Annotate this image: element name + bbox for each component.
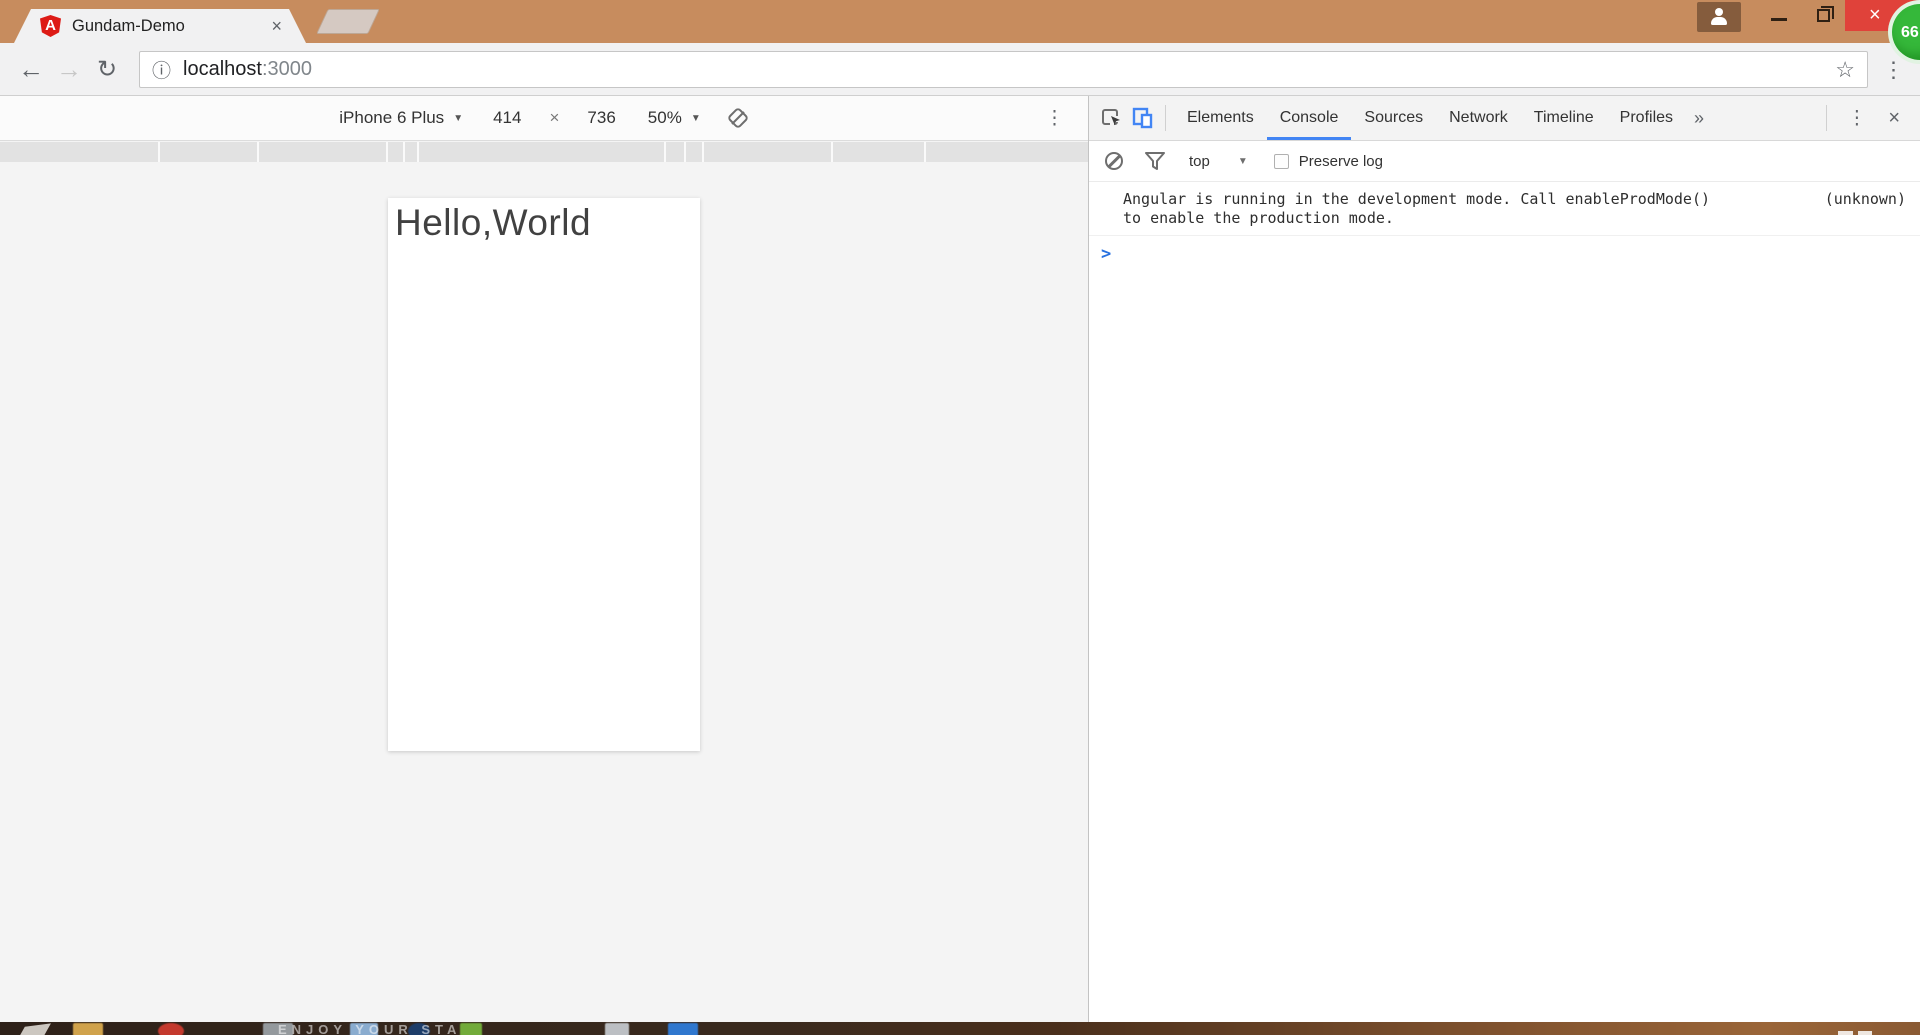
console-message-source[interactable]: (unknown) xyxy=(1825,190,1906,209)
profile-button[interactable] xyxy=(1697,1,1741,32)
favicon-letter: A xyxy=(45,17,56,34)
media-query-segment[interactable] xyxy=(666,142,684,162)
page-heading: Hello,World xyxy=(395,202,592,243)
wallpaper-text: ENJOY YOUR STA xyxy=(278,1022,462,1035)
zoom-select-label: 50% xyxy=(647,108,682,127)
tab-profiles[interactable]: Profiles xyxy=(1607,96,1686,140)
minimize-icon xyxy=(1771,18,1787,21)
tab-strip: A Gundam-Demo × × 66 xyxy=(0,0,1920,64)
more-tabs-button[interactable]: » xyxy=(1694,108,1704,129)
preserve-log-label: Preserve log xyxy=(1298,152,1383,170)
media-query-segment[interactable] xyxy=(704,142,831,162)
console-toolbar: top ▼ Preserve log xyxy=(1089,141,1920,182)
taskbar-icon[interactable] xyxy=(605,1023,629,1035)
media-query-segment[interactable] xyxy=(926,142,1088,162)
console-log-row[interactable]: Angular is running in the development mo… xyxy=(1089,182,1920,236)
filter-icon[interactable] xyxy=(1145,152,1165,170)
emulated-device-screen[interactable]: Hello,World xyxy=(388,198,700,751)
omnibox[interactable]: ⓘ localhost:3000 ☆ xyxy=(139,51,1868,88)
devtools-menu-button[interactable]: ⋮ xyxy=(1835,107,1878,130)
tab-close-icon[interactable]: × xyxy=(271,17,282,35)
reload-button[interactable]: ↻ xyxy=(90,43,124,96)
media-query-bar xyxy=(0,142,1088,162)
device-emulation-pane: iPhone 6 Plus ▼ 414 × 736 50% ▼ ⋮ Hello,… xyxy=(0,96,1089,1022)
minimize-button[interactable] xyxy=(1757,0,1801,31)
media-query-segment[interactable] xyxy=(686,142,702,162)
content-area: iPhone 6 Plus ▼ 414 × 736 50% ▼ ⋮ Hello,… xyxy=(0,96,1920,1022)
toolbar-separator xyxy=(1165,105,1166,131)
chevron-down-icon[interactable]: ▼ xyxy=(1238,156,1248,167)
media-query-segment[interactable] xyxy=(388,142,403,162)
devtools-close-button[interactable]: × xyxy=(1878,107,1910,130)
media-query-segment[interactable] xyxy=(419,142,664,162)
tab-network[interactable]: Network xyxy=(1436,96,1521,140)
chevron-down-icon: ▼ xyxy=(453,112,464,124)
media-query-segment[interactable] xyxy=(405,142,417,162)
forward-button[interactable]: → xyxy=(52,43,86,96)
execution-context-select[interactable]: top xyxy=(1189,153,1210,170)
device-toolbar-icon xyxy=(1132,107,1152,129)
toggle-device-toolbar-button[interactable] xyxy=(1127,103,1157,133)
browser-tab[interactable]: A Gundam-Demo × xyxy=(14,9,306,43)
tab-title: Gundam-Demo xyxy=(72,16,185,35)
inspect-element-button[interactable] xyxy=(1097,103,1127,133)
tab-console[interactable]: Console xyxy=(1266,96,1352,140)
preserve-log-checkbox[interactable] xyxy=(1273,153,1289,169)
devtools-controls: ⋮ × xyxy=(1818,105,1910,131)
taskbar-clock xyxy=(1838,1031,1872,1035)
device-select-label: iPhone 6 Plus xyxy=(339,108,445,127)
person-icon-body xyxy=(1711,16,1727,25)
taskbar-icon[interactable] xyxy=(158,1023,184,1035)
device-mode-menu-button[interactable]: ⋮ xyxy=(1045,96,1064,141)
devtools-panel: Elements Console Sources Network Timelin… xyxy=(1089,96,1920,1022)
rotate-device-icon[interactable] xyxy=(727,107,749,129)
clear-console-icon[interactable] xyxy=(1105,152,1123,170)
console-message: Angular is running in the development mo… xyxy=(1123,190,1710,227)
url-host: localhost xyxy=(183,58,262,80)
new-tab-button[interactable] xyxy=(316,9,380,34)
devtools-tab-bar: Elements Console Sources Network Timelin… xyxy=(1089,96,1920,141)
device-height-field[interactable]: 736 xyxy=(587,108,615,128)
person-icon xyxy=(1715,7,1723,16)
device-width-field[interactable]: 414 xyxy=(493,108,521,128)
taskbar-icon[interactable] xyxy=(73,1023,103,1035)
media-query-segment[interactable] xyxy=(259,142,386,162)
device-toolbar: iPhone 6 Plus ▼ 414 × 736 50% ▼ ⋮ xyxy=(0,96,1088,141)
nav-toolbar: ← → ↻ ⓘ localhost:3000 ☆ ⋮ xyxy=(0,43,1920,96)
windows-taskbar[interactable]: ENJOY YOUR STA xyxy=(0,1022,1920,1035)
toolbar-separator xyxy=(1826,105,1828,131)
console-prompt-chevron[interactable]: > xyxy=(1089,236,1920,264)
taskbar-icon[interactable] xyxy=(668,1023,698,1035)
inspect-cursor-icon xyxy=(1102,109,1120,126)
device-select[interactable]: iPhone 6 Plus ▼ xyxy=(339,108,463,128)
taskbar-icon[interactable] xyxy=(460,1023,482,1035)
tab-sources[interactable]: Sources xyxy=(1351,96,1436,140)
bookmark-star-icon[interactable]: ☆ xyxy=(1835,57,1855,83)
back-button[interactable]: ← xyxy=(14,43,48,96)
maximize-button[interactable] xyxy=(1801,0,1845,31)
window-controls: × xyxy=(1697,0,1920,32)
tab-elements[interactable]: Elements xyxy=(1174,96,1267,140)
page-info-icon[interactable]: ⓘ xyxy=(152,56,171,83)
media-query-segment[interactable] xyxy=(833,142,924,162)
zoom-select[interactable]: 50% ▼ xyxy=(648,108,701,128)
browser-window: A Gundam-Demo × × 66 ← → ↻ ⓘ localhost:3… xyxy=(0,0,1920,1035)
tab-timeline[interactable]: Timeline xyxy=(1521,96,1607,140)
angular-favicon-icon: A xyxy=(40,15,61,37)
ball-badge: 66 xyxy=(1901,24,1919,41)
url-port: :3000 xyxy=(261,58,313,80)
dimension-times: × xyxy=(549,108,560,127)
start-button-icon[interactable] xyxy=(17,1023,51,1035)
url-text[interactable]: localhost:3000 xyxy=(183,58,312,81)
media-query-segment[interactable] xyxy=(160,142,257,162)
chevron-down-icon: ▼ xyxy=(690,112,701,124)
media-query-segment[interactable] xyxy=(0,142,158,162)
close-icon: × xyxy=(1869,4,1881,26)
maximize-icon xyxy=(1816,6,1834,22)
